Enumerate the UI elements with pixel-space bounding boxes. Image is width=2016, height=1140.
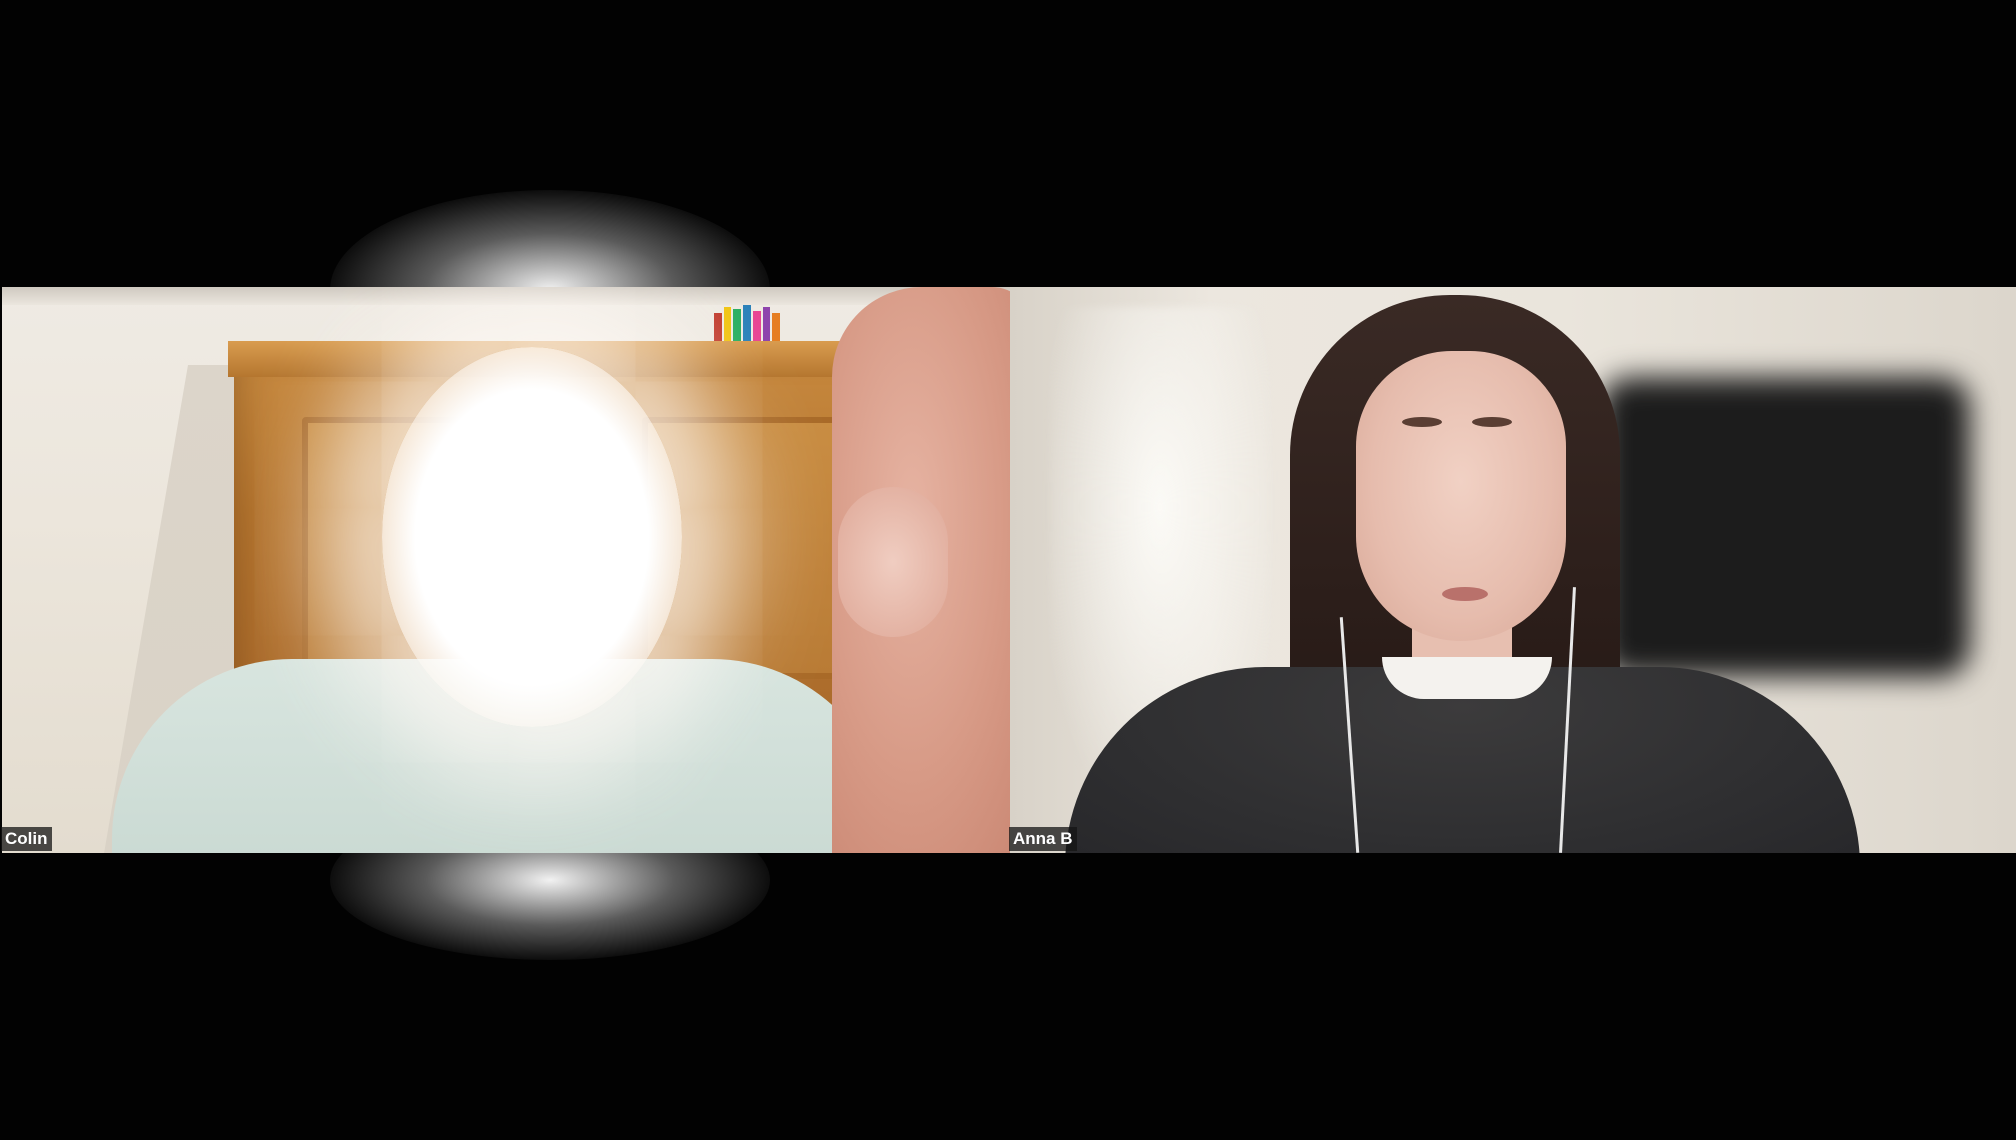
blurred-face bbox=[382, 347, 682, 727]
video-feed-anna-b bbox=[1010, 287, 2016, 853]
thumbnail-nail bbox=[838, 487, 948, 637]
ceiling bbox=[2, 287, 1010, 305]
participant-tile-anna-b[interactable] bbox=[1010, 287, 2016, 853]
person-mouth bbox=[1442, 587, 1488, 601]
shirt-collar bbox=[1382, 657, 1552, 699]
books-on-wardrobe bbox=[714, 305, 781, 343]
video-feed-colin bbox=[2, 287, 1010, 853]
video-call-gallery: Colin Anna B bbox=[0, 0, 2016, 1140]
participant-name-label: Colin bbox=[1, 827, 52, 851]
blurred-tv bbox=[1600, 377, 1970, 677]
participant-name-label: Anna B bbox=[1009, 827, 1077, 851]
right-eye bbox=[1472, 417, 1512, 427]
left-eye bbox=[1402, 417, 1442, 427]
participant-tile-colin[interactable] bbox=[2, 287, 1010, 853]
